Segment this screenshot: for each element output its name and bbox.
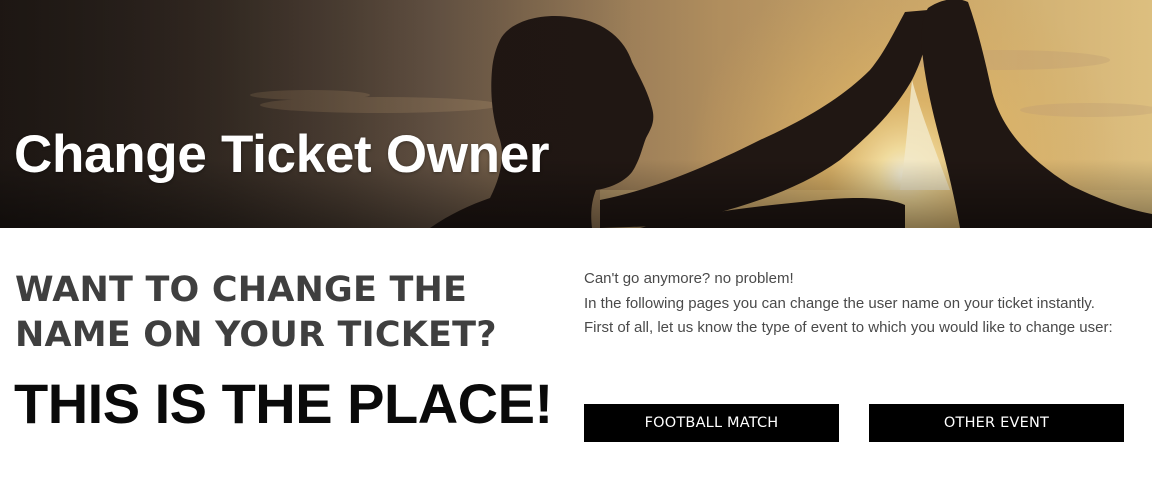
intro-text: Can't go anymore? no problem! In the fol… — [584, 267, 1129, 341]
intro-line: Can't go anymore? no problem! — [584, 270, 794, 287]
intro-line: In the following pages you can change th… — [584, 294, 1095, 312]
page-title: Change Ticket Owner — [14, 125, 550, 184]
question-heading: WANT TO CHANGE THE NAME ON YOUR TICKET? — [15, 270, 497, 355]
intro-line: First of all, let us know the type of ev… — [584, 319, 1113, 336]
place-heading: THIS IS THE PLACE! — [14, 372, 553, 435]
hero-image — [0, 0, 1152, 228]
hero-banner: Change Ticket Owner — [0, 0, 1152, 228]
other-event-button[interactable]: OTHER EVENT — [869, 404, 1124, 442]
football-match-button[interactable]: FOOTBALL MATCH — [584, 404, 839, 442]
